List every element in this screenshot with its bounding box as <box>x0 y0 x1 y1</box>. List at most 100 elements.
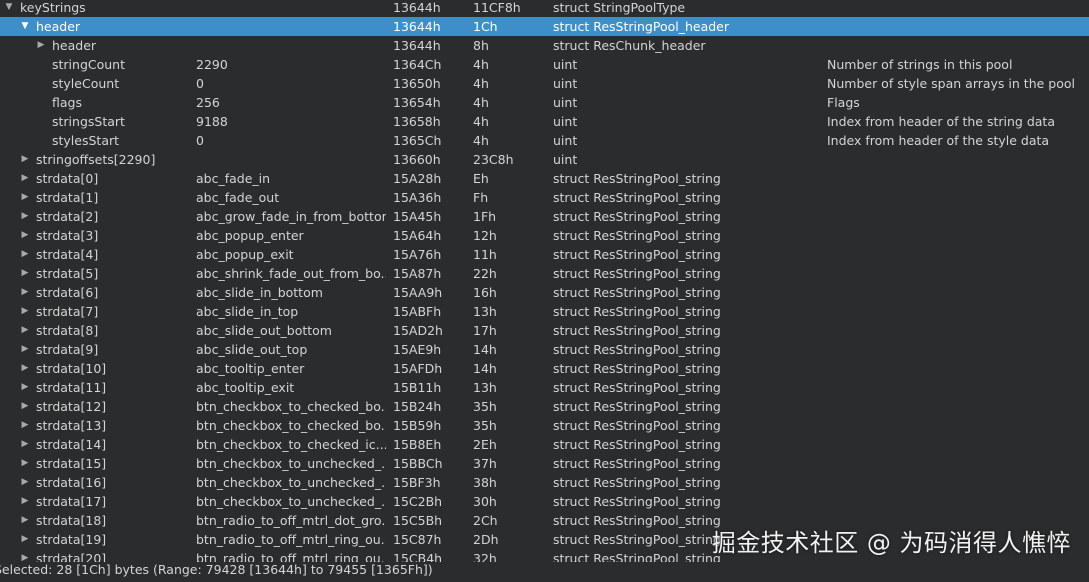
expand-arrow-icon[interactable]: ▶ <box>20 150 30 169</box>
expand-arrow-icon[interactable]: ▶ <box>20 340 30 359</box>
expand-arrow-icon[interactable]: ▶ <box>20 454 30 473</box>
expand-arrow-icon[interactable]: ▶ <box>20 302 30 321</box>
expand-arrow-icon[interactable]: ▶ <box>20 416 30 435</box>
field-type: struct ResChunk_header <box>553 38 706 53</box>
field-name: stylesStart <box>52 133 120 148</box>
tree-row[interactable]: ▶ strdata[0] abc_fade_in 15A28h Eh struct Res… <box>0 169 1089 188</box>
tree-row[interactable]: ▶ strdata[11] abc_tooltip_exit 15B11h 13h str… <box>0 378 1089 397</box>
tree-row[interactable]: flags 256 13654h 4h uint Flags <box>0 93 1089 112</box>
tree-row[interactable]: ▶ strdata[13] btn_checkbox_to_checked_bo..… <box>0 416 1089 435</box>
tree-row[interactable]: ▶ strdata[10] abc_tooltip_enter 15AFDh 14h st… <box>0 359 1089 378</box>
expand-arrow-icon[interactable]: ▶ <box>20 283 30 302</box>
expand-arrow-icon[interactable]: ▶ <box>20 226 30 245</box>
field-name: strdata[10] <box>36 361 107 376</box>
field-type: uint <box>553 57 578 72</box>
tree-row[interactable]: ▶ strdata[12] btn_checkbox_to_checked_bo..… <box>0 397 1089 416</box>
field-size: 30h <box>473 494 497 509</box>
field-value: btn_checkbox_to_checked_bo... <box>196 399 386 414</box>
tree-row[interactable]: stylesStart 0 1365Ch 4h uint Index from heade… <box>0 131 1089 150</box>
field-comment: Index from header of the style data <box>827 133 1050 148</box>
field-name: strdata[4] <box>36 247 99 262</box>
expand-arrow-icon[interactable]: ▶ <box>20 397 30 416</box>
tree-row[interactable]: stringsStart 9188 13658h 4h uint Index from h… <box>0 112 1089 131</box>
field-value: 2290 <box>196 57 228 72</box>
field-value: abc_popup_enter <box>196 228 304 243</box>
field-type: struct ResStringPool_header <box>553 19 730 34</box>
field-value: 9188 <box>196 114 228 129</box>
tree-row[interactable]: ▶ strdata[4] abc_popup_exit 15A76h 11h struct… <box>0 245 1089 264</box>
field-name: strdata[2] <box>36 209 99 224</box>
tree-row[interactable]: styleCount 0 13650h 4h uint Number of style s… <box>0 74 1089 93</box>
field-size: 17h <box>473 323 497 338</box>
tree-row[interactable]: ▶ strdata[1] abc_fade_out 15A36h Fh struct Re… <box>0 188 1089 207</box>
tree-row[interactable]: ▶ strdata[7] abc_slide_in_top 15ABFh 13h stru… <box>0 302 1089 321</box>
field-size: 2Dh <box>473 532 499 547</box>
field-name: stringCount <box>52 57 126 72</box>
field-comment: Number of strings in this pool <box>827 57 1013 72</box>
field-size: 14h <box>473 342 497 357</box>
expand-arrow-icon[interactable]: ▶ <box>20 245 30 264</box>
tree-row[interactable]: ▼ keyStrings 13644h 11CF8h struct StringPool… <box>0 0 1089 17</box>
expand-arrow-icon[interactable]: ▶ <box>20 473 30 492</box>
expand-arrow-icon[interactable]: ▶ <box>20 511 30 530</box>
field-type: struct ResStringPool_string <box>553 361 721 376</box>
field-value: abc_slide_out_bottom <box>196 323 332 338</box>
field-comment: Index from header of the string data <box>827 114 1055 129</box>
expand-arrow-icon[interactable]: ▶ <box>20 530 30 549</box>
field-size: Eh <box>473 171 489 186</box>
field-value: 0 <box>196 76 204 91</box>
tree-row[interactable]: ▼ header 13644h 1Ch struct ResStringPool_hea… <box>0 17 1089 36</box>
tree-row[interactable]: ▶ strdata[5] abc_shrink_fade_out_from_bo..… <box>0 264 1089 283</box>
collapse-arrow-icon[interactable]: ▼ <box>4 0 14 17</box>
status-bar: Selected: 28 [1Ch] bytes (Range: 79428 [… <box>0 562 1089 582</box>
field-name: strdata[8] <box>36 323 99 338</box>
field-size: 4h <box>473 95 489 110</box>
field-size: 13h <box>473 304 497 319</box>
field-size: 14h <box>473 361 497 376</box>
field-type: struct ResStringPool_string <box>553 342 721 357</box>
field-size: 16h <box>473 285 497 300</box>
field-start: 15AA9h <box>393 285 443 300</box>
expand-arrow-icon[interactable]: ▶ <box>20 188 30 207</box>
field-size: 4h <box>473 57 489 72</box>
watermark: 掘金技术社区 @ 为码消得人憔悴 <box>711 529 1071 557</box>
tree-row[interactable]: ▶ stringoffsets[2290] 13660h 23C8h uint <box>0 150 1089 169</box>
field-start: 15A45h <box>393 209 442 224</box>
expand-arrow-icon[interactable]: ▶ <box>36 36 46 55</box>
tree-row[interactable]: ▶ strdata[15] btn_checkbox_to_unchecked_..… <box>0 454 1089 473</box>
expand-arrow-icon[interactable]: ▶ <box>20 492 30 511</box>
tree-row[interactable]: ▶ strdata[8] abc_slide_out_bottom 15AD2h 17h… <box>0 321 1089 340</box>
field-name: strdata[19] <box>36 532 107 547</box>
expand-arrow-icon[interactable]: ▶ <box>20 207 30 226</box>
tree-row[interactable]: ▶ strdata[2] abc_grow_fade_in_from_bottom 1… <box>0 207 1089 226</box>
field-start: 15ABFh <box>393 304 442 319</box>
field-type: struct ResStringPool_string <box>553 456 721 471</box>
tree-row[interactable]: ▶ strdata[6] abc_slide_in_bottom 15AA9h 16h s… <box>0 283 1089 302</box>
field-type: uint <box>553 76 578 91</box>
tree-row[interactable]: stringCount 2290 1364Ch 4h uint Number of str… <box>0 55 1089 74</box>
expand-arrow-icon[interactable]: ▶ <box>20 378 30 397</box>
tree-row[interactable]: ▶ strdata[16] btn_checkbox_to_unchecked_..… <box>0 473 1089 492</box>
field-value: abc_tooltip_enter <box>196 361 305 376</box>
tree-row[interactable]: ▶ strdata[3] abc_popup_enter 15A64h 12h struc… <box>0 226 1089 245</box>
field-type: struct ResStringPool_string <box>553 228 721 243</box>
expand-arrow-icon[interactable]: ▶ <box>20 264 30 283</box>
field-start: 15BF3h <box>393 475 441 490</box>
tree-row[interactable]: ▶ strdata[14] btn_checkbox_to_checked_ic..… <box>0 435 1089 454</box>
field-name: strdata[13] <box>36 418 107 433</box>
expand-arrow-icon[interactable]: ▶ <box>20 359 30 378</box>
tree-row[interactable]: ▶ strdata[9] abc_slide_out_top 15AE9h 14h str… <box>0 340 1089 359</box>
field-size: 12h <box>473 228 497 243</box>
expand-arrow-icon[interactable]: ▶ <box>20 435 30 454</box>
expand-arrow-icon[interactable]: ▶ <box>20 169 30 188</box>
field-type: uint <box>553 95 578 110</box>
field-size: 13h <box>473 380 497 395</box>
field-type: struct ResStringPool_string <box>553 209 721 224</box>
tree-row[interactable]: ▶ strdata[17] btn_checkbox_to_unchecked_..… <box>0 492 1089 511</box>
tree-row[interactable]: ▶ header 13644h 8h struct ResChunk_header <box>0 36 1089 55</box>
expand-arrow-icon[interactable]: ▶ <box>20 321 30 340</box>
field-type: struct ResStringPool_string <box>553 418 721 433</box>
field-size: 1Fh <box>473 209 497 224</box>
collapse-arrow-icon[interactable]: ▼ <box>20 17 30 36</box>
field-start: 1365Ch <box>393 133 442 148</box>
